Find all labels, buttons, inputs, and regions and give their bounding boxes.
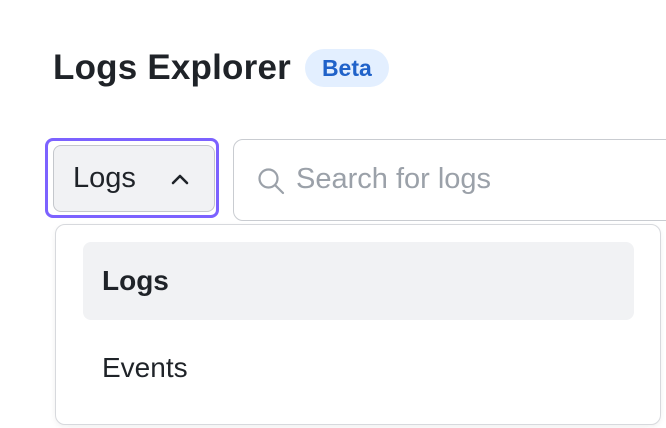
page-title: Logs Explorer <box>53 48 291 87</box>
menu-item-events[interactable]: Events <box>83 329 634 407</box>
menu-item-label: Events <box>102 352 188 383</box>
search-input[interactable] <box>296 156 666 202</box>
search-box[interactable] <box>233 139 666 221</box>
search-icon <box>258 168 285 195</box>
menu-item-logs[interactable]: Logs <box>83 242 634 320</box>
beta-badge: Beta <box>304 49 389 87</box>
logs-explorer-page: Logs Explorer Beta Logs Logs Events <box>0 0 666 428</box>
log-type-dropdown-menu: Logs Events <box>55 224 661 425</box>
selector-value: Logs <box>73 162 136 194</box>
log-type-selector[interactable]: Logs <box>53 145 215 212</box>
chevron-up-icon <box>171 174 189 185</box>
menu-item-label: Logs <box>102 265 169 296</box>
page-header: Logs Explorer Beta <box>53 48 389 88</box>
